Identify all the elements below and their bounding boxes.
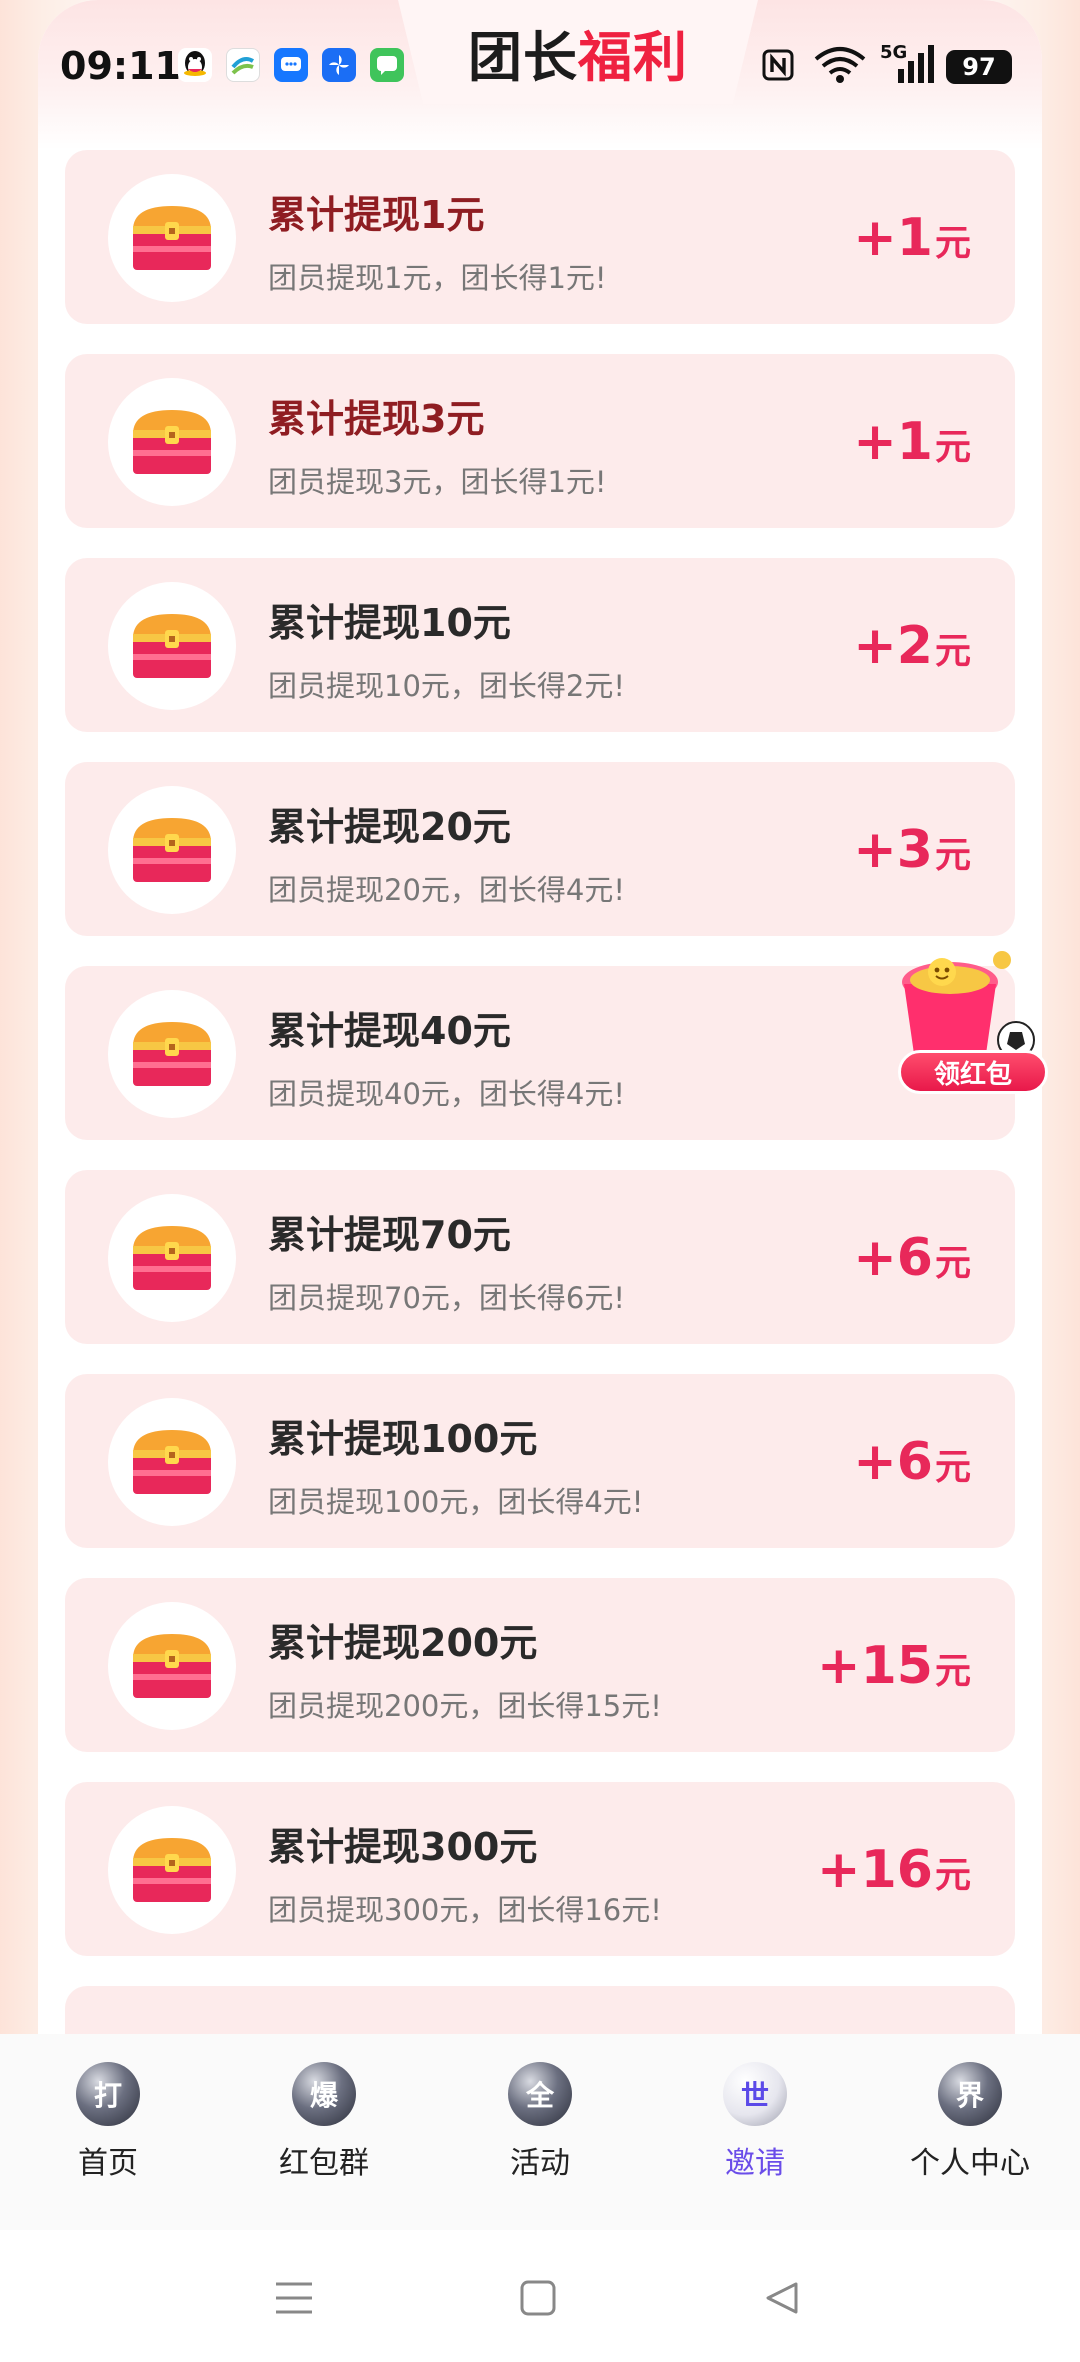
chat-icon	[370, 48, 404, 82]
status-bar: 09:11 5G 97	[0, 0, 1080, 132]
task-reward: +3 元	[853, 820, 971, 880]
task-description: 团员提现100元，团长得4元!	[268, 1485, 644, 1519]
reward-amount: +1	[853, 208, 933, 268]
task-title: 累计提现20元	[268, 805, 511, 849]
reward-amount: +1	[853, 412, 933, 472]
nav-ball-icon: 打	[76, 2062, 140, 2126]
task-reward: +6 元	[853, 1432, 971, 1492]
task-title: 累计提现3元	[268, 397, 485, 441]
treasure-chest-icon	[108, 1806, 236, 1934]
nav-ball-icon: 全	[508, 2062, 572, 2126]
task-description: 团员提现10元，团长得2元!	[268, 669, 625, 703]
home-icon[interactable]	[508, 2268, 568, 2328]
task-card[interactable]: 累计提现200元团员提现200元，团长得15元! +15 元	[65, 1578, 1015, 1752]
back-icon[interactable]	[752, 2268, 812, 2328]
reward-amount: +6	[853, 1432, 933, 1492]
task-reward: +6 元	[853, 1228, 971, 1288]
task-description: 团员提现200元，团长得15元!	[268, 1689, 662, 1723]
task-title: 累计提现40元	[268, 1009, 511, 1053]
task-card[interactable]: 累计提现1元团员提现1元，团长得1元! +1 元	[65, 150, 1015, 324]
task-card[interactable]: 累计提现70元团员提现70元，团长得6元! +6 元	[65, 1170, 1015, 1344]
task-description: 团员提现40元，团长得4元!	[268, 1077, 625, 1111]
china-mobile-icon	[226, 48, 260, 82]
reward-unit: 元	[934, 1447, 971, 1488]
nav-tab-label: 活动	[510, 2146, 570, 2181]
reward-unit: 元	[934, 1651, 971, 1692]
task-description: 团员提现70元，团长得6元!	[268, 1281, 625, 1315]
nav-tab-label: 首页	[78, 2146, 138, 2181]
reward-unit: 元	[934, 427, 971, 468]
task-title: 累计提现1元	[268, 193, 485, 237]
nav-ball-icon: 世	[723, 2062, 787, 2126]
treasure-chest-icon	[108, 378, 236, 506]
task-card[interactable]: 累计提现3元团员提现3元，团长得1元! +1 元	[65, 354, 1015, 528]
task-card[interactable]: 累计提现20元团员提现20元，团长得4元! +3 元	[65, 762, 1015, 936]
pinwheel-icon	[322, 48, 356, 82]
reward-unit: 元	[934, 223, 971, 264]
task-title: 累计提现200元	[268, 1621, 538, 1665]
treasure-chest-icon	[108, 1398, 236, 1526]
menu-icon[interactable]	[264, 2268, 324, 2328]
red-packet-float-button[interactable]: 领红包	[890, 946, 1050, 1096]
treasure-chest-icon	[108, 1194, 236, 1322]
reward-unit: 元	[934, 1243, 971, 1284]
bottom-tab-bar: 打首页爆红包群全活动世邀请界个人中心	[0, 2034, 1080, 2230]
treasure-chest-icon	[108, 174, 236, 302]
wifi-icon	[812, 47, 868, 83]
nav-tab-label: 红包群	[279, 2146, 369, 2181]
nav-tab[interactable]: 打首页	[28, 2062, 188, 2212]
nav-tab[interactable]: 界个人中心	[890, 2062, 1050, 2212]
task-description: 团员提现20元，团长得4元!	[268, 873, 625, 907]
task-card[interactable]: 累计提现300元团员提现300元，团长得16元! +16 元	[65, 1782, 1015, 1956]
task-title: 累计提现70元	[268, 1213, 511, 1257]
reward-amount: +15	[817, 1636, 933, 1696]
message-icon	[274, 48, 308, 82]
task-title: 累计提现10元	[268, 601, 511, 645]
red-packet-label: 领红包	[898, 1050, 1048, 1094]
treasure-chest-icon	[108, 990, 236, 1118]
task-title: 累计提现100元	[268, 1417, 538, 1461]
nav-tab-label: 个人中心	[910, 2146, 1030, 2181]
reward-amount: +2	[853, 616, 933, 676]
system-navigation-bar	[0, 2230, 1080, 2362]
task-card[interactable]: 累计提现40元团员提现40元，团长得4元!+	[65, 966, 1015, 1140]
treasure-chest-icon	[108, 786, 236, 914]
nav-ball-icon: 爆	[292, 2062, 356, 2126]
network-type: 5G	[880, 42, 908, 63]
task-reward: +1 元	[853, 412, 971, 472]
nav-ball-icon: 界	[938, 2062, 1002, 2126]
nav-tab[interactable]: 爆红包群	[244, 2062, 404, 2212]
nav-tab[interactable]: 全活动	[460, 2062, 620, 2212]
reward-amount: +3	[853, 820, 933, 880]
task-reward: +2 元	[853, 616, 971, 676]
nfc-icon	[760, 48, 796, 82]
task-description: 团员提现1元，团长得1元!	[268, 261, 607, 295]
red-packet-bucket-icon	[902, 951, 1035, 1059]
task-reward: +15 元	[817, 1636, 971, 1696]
battery-indicator: 97	[946, 50, 1012, 84]
qq-icon	[178, 48, 212, 82]
task-title: 累计提现300元	[268, 1825, 538, 1869]
task-description: 团员提现300元，团长得16元!	[268, 1893, 662, 1927]
treasure-chest-icon	[108, 582, 236, 710]
treasure-chest-icon	[108, 1602, 236, 1730]
reward-unit: 元	[934, 631, 971, 672]
task-card[interactable]: 累计提现100元团员提现100元，团长得4元! +6 元	[65, 1374, 1015, 1548]
task-reward: +1 元	[853, 208, 971, 268]
task-reward: +16 元	[817, 1840, 971, 1900]
nav-tab-label: 邀请	[725, 2146, 785, 2181]
reward-unit: 元	[934, 1855, 971, 1896]
reward-unit: 元	[934, 835, 971, 876]
task-card[interactable]: 累计提现10元团员提现10元，团长得2元! +2 元	[65, 558, 1015, 732]
task-description: 团员提现3元，团长得1元!	[268, 465, 607, 499]
reward-amount: +6	[853, 1228, 933, 1288]
nav-tab[interactable]: 世邀请	[675, 2062, 835, 2212]
status-time: 09:11	[60, 44, 181, 88]
reward-amount: +16	[817, 1840, 933, 1900]
